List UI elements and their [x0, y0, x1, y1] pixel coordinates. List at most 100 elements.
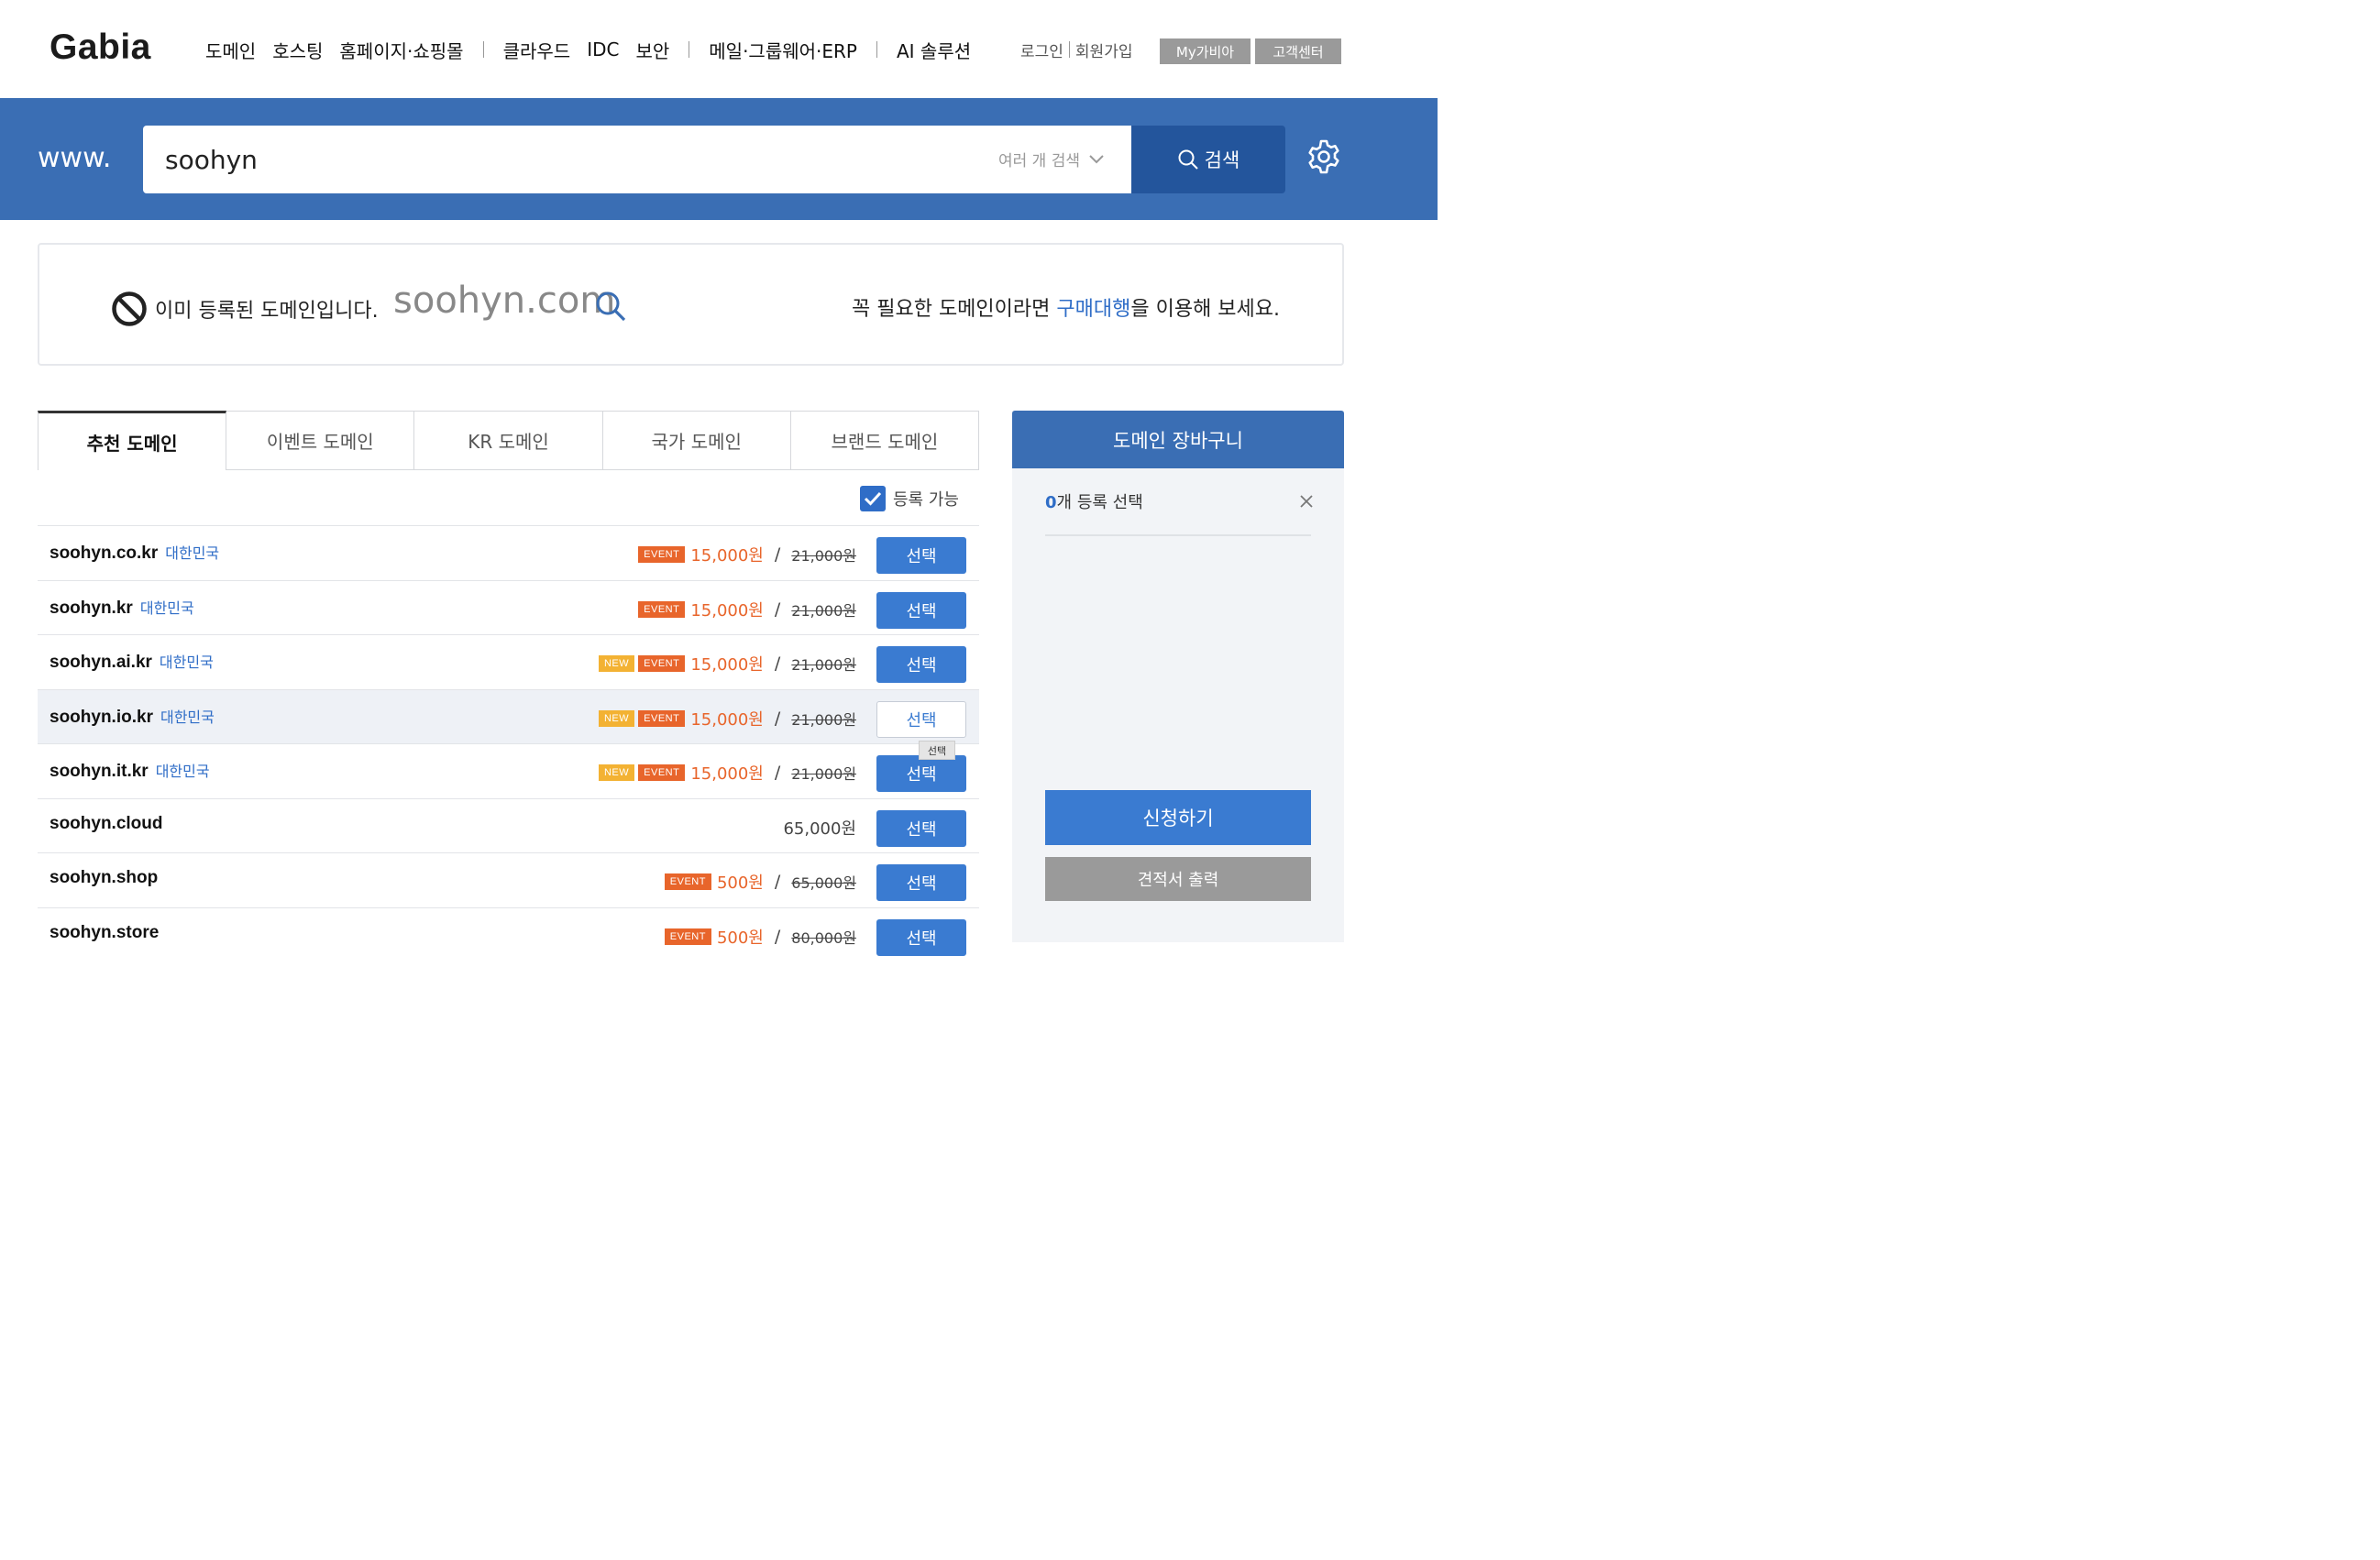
- tab-event[interactable]: 이벤트 도메인: [226, 411, 415, 470]
- price-separator: /: [774, 872, 781, 892]
- sale-price: 15,000원: [690, 709, 764, 730]
- select-button[interactable]: 선택: [876, 918, 966, 956]
- price-info: EVENT 15,000원 / 21,000원: [638, 543, 856, 566]
- tab-brand[interactable]: 브랜드 도메인: [790, 411, 980, 470]
- sale-price: 15,000원: [690, 655, 764, 675]
- original-price: 21,000원: [791, 765, 856, 783]
- signup-link[interactable]: 회원가입: [1075, 38, 1133, 61]
- domain-name: soohyn.store: [50, 922, 160, 942]
- checkmark-icon: [864, 491, 882, 506]
- nav-homepage-shop[interactable]: 홈페이지·쇼핑몰: [339, 37, 463, 63]
- print-quote-button[interactable]: 견적서 출력: [1045, 857, 1311, 901]
- table-row: soohyn.co.kr 대한민국 EVENT 15,000원 / 21,000원…: [38, 525, 979, 580]
- event-badge: EVENT: [638, 764, 686, 781]
- already-registered-message: 이미 등록된 도메인입니다.: [155, 300, 379, 323]
- multi-search-dropdown[interactable]: 여러 개 검색: [998, 148, 1104, 170]
- checkbox-checked[interactable]: [860, 486, 886, 511]
- new-badge: NEW: [598, 655, 635, 672]
- country-label: 대한민국: [159, 654, 214, 671]
- nav-hosting[interactable]: 호스팅: [272, 37, 323, 63]
- multi-search-label: 여러 개 검색: [997, 152, 1080, 170]
- chevron-down-icon: [1089, 154, 1104, 163]
- util-links: 로그인 회원가입: [1020, 37, 1132, 62]
- price-info: NEW EVENT 15,000원 / 21,000원: [598, 707, 856, 731]
- search-icon: [1178, 149, 1198, 170]
- gabia-logo[interactable]: Gabia: [50, 27, 151, 68]
- sale-price: 15,000원: [690, 546, 764, 566]
- cart-title: 도메인 장바구니: [1012, 411, 1344, 468]
- search-button[interactable]: 검색: [1131, 126, 1285, 193]
- purchase-agency-link[interactable]: 구매대행: [1056, 298, 1130, 321]
- gear-icon[interactable]: [1306, 138, 1342, 175]
- table-row: soohyn.it.kr 대한민국 NEW EVENT 15,000원 / 21,…: [38, 743, 979, 798]
- select-button[interactable]: 선택: [876, 646, 966, 683]
- cart-count-label: 개 등록 선택: [1056, 493, 1143, 512]
- select-tooltip: 선택: [919, 741, 955, 760]
- cart-count-number: 0: [1045, 493, 1057, 512]
- table-row: soohyn.store EVENT 500원 / 80,000원 선택: [38, 906, 979, 961]
- my-gabia-button[interactable]: My가비아: [1160, 38, 1251, 64]
- sale-price: 500원: [716, 928, 764, 948]
- country-label: 대한민국: [155, 763, 210, 780]
- apply-button[interactable]: 신청하기: [1045, 790, 1311, 845]
- available-only-label: 등록 가능: [893, 490, 959, 510]
- domain-result-list: soohyn.co.kr 대한민국 EVENT 15,000원 / 21,000원…: [38, 525, 979, 961]
- table-row: soohyn.ai.kr 대한민국 NEW EVENT 15,000원 / 21,…: [38, 634, 979, 689]
- customer-center-button[interactable]: 고객센터: [1255, 38, 1341, 64]
- original-price: 21,000원: [791, 547, 856, 565]
- price-info: NEW EVENT 15,000원 / 21,000원: [598, 761, 856, 785]
- table-row: soohyn.io.kr 대한민국 NEW EVENT 15,000원 / 21,…: [38, 688, 979, 743]
- login-link[interactable]: 로그인: [1020, 38, 1063, 61]
- nav-divider: [482, 41, 484, 58]
- purchase-agency-hint: 꼭 필요한 도메인이라면 구매대행을 이용해 보세요.: [852, 292, 1280, 322]
- select-button[interactable]: 선택: [876, 700, 966, 738]
- hint-text-after: 을 이용해 보세요.: [1130, 298, 1281, 321]
- original-price: 21,000원: [791, 656, 856, 674]
- table-row: soohyn.kr 대한민국 EVENT 15,000원 / 21,000원 선택: [38, 579, 979, 634]
- new-badge: NEW: [598, 709, 635, 727]
- cart-divider: [1045, 534, 1311, 536]
- hint-text-before: 꼭 필요한 도메인이라면: [852, 298, 1057, 321]
- search-icon[interactable]: [593, 289, 628, 324]
- select-button[interactable]: 선택: [876, 591, 966, 629]
- nav-mail-groupware-erp[interactable]: 메일·그룹웨어·ERP: [709, 37, 857, 63]
- price-separator: /: [774, 708, 781, 729]
- search-button-label: 검색: [1204, 149, 1240, 171]
- search-box: 여러 개 검색: [143, 126, 1131, 193]
- nav-idc[interactable]: IDC: [587, 38, 619, 60]
- event-badge: EVENT: [664, 873, 711, 890]
- nav-domain[interactable]: 도메인: [205, 37, 256, 63]
- country-label: 대한민국: [139, 599, 194, 617]
- table-row: soohyn.shop EVENT 500원 / 65,000원 선택: [38, 852, 979, 907]
- select-button[interactable]: 선택: [876, 809, 966, 847]
- domain-name: soohyn.io.kr 대한민국: [50, 707, 215, 727]
- event-badge: EVENT: [638, 655, 686, 672]
- price-separator: /: [774, 763, 781, 783]
- available-only-filter[interactable]: 등록 가능: [860, 486, 959, 511]
- tab-country[interactable]: 국가 도메인: [602, 411, 791, 470]
- table-row: soohyn.cloud 65,000원 선택: [38, 797, 979, 852]
- price-separator: /: [774, 654, 781, 674]
- nav-divider: [876, 41, 877, 58]
- price-separator: /: [774, 599, 781, 620]
- domain-tabs: 추천 도메인 이벤트 도메인 KR 도메인 국가 도메인 브랜드 도메인: [38, 411, 980, 470]
- country-label: 대한민국: [160, 708, 215, 726]
- nav-security[interactable]: 보안: [635, 37, 669, 63]
- price-separator: /: [774, 926, 781, 947]
- close-icon[interactable]: [1298, 493, 1315, 510]
- registered-domain: soohyn.com: [393, 280, 616, 322]
- domain-search-band: www. 여러 개 검색 검색: [0, 98, 1438, 220]
- select-button[interactable]: 선택: [876, 537, 966, 574]
- tab-recommended[interactable]: 추천 도메인: [38, 411, 227, 470]
- price-info: EVENT 500원 / 80,000원: [664, 925, 856, 949]
- www-prefix: www.: [38, 142, 112, 174]
- price-info: EVENT 500원 / 65,000원: [664, 870, 856, 894]
- domain-search-input[interactable]: [165, 140, 953, 179]
- nav-ai-solution[interactable]: AI 솔루션: [897, 37, 971, 63]
- original-price: 21,000원: [791, 710, 856, 729]
- price-info: 65,000원: [783, 816, 856, 840]
- select-button[interactable]: 선택: [876, 864, 966, 901]
- select-button[interactable]: 선택: [876, 755, 966, 792]
- nav-cloud[interactable]: 클라우드: [503, 37, 571, 63]
- tab-kr[interactable]: KR 도메인: [414, 411, 603, 470]
